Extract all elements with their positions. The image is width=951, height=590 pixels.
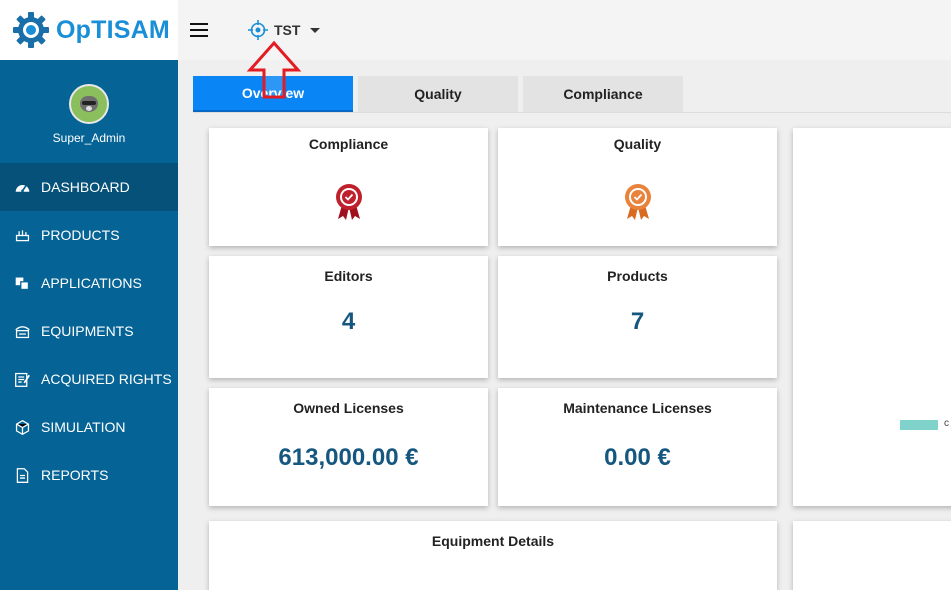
nav-label: REPORTS <box>41 467 109 483</box>
avatar[interactable] <box>69 84 109 124</box>
crosshair-icon <box>248 20 268 40</box>
nav-label: ACQUIRED RIGHTS <box>41 371 172 387</box>
side-card <box>793 521 951 590</box>
tab-divider <box>193 112 951 113</box>
card-title: Maintenance Licenses <box>563 400 712 416</box>
simulation-icon <box>15 419 30 435</box>
maintenance-licenses-card[interactable]: Maintenance Licenses 0.00 € <box>498 388 777 506</box>
gear-logo-icon <box>13 12 49 48</box>
chart-card <box>793 128 951 506</box>
legend-label: c <box>944 418 949 429</box>
nav-label: EQUIPMENTS <box>41 323 134 339</box>
products-card[interactable]: Products 7 <box>498 256 777 378</box>
chevron-down-icon <box>310 27 321 33</box>
tab-compliance[interactable]: Compliance <box>523 76 683 112</box>
equipment-details-card: Equipment Details <box>209 521 777 590</box>
reports-icon <box>16 467 29 483</box>
owned-licenses-card[interactable]: Owned Licenses 613,000.00 € <box>209 388 488 506</box>
editors-card[interactable]: Editors 4 <box>209 256 488 378</box>
equipments-icon <box>15 325 30 338</box>
ribbon-badge-icon <box>335 184 362 220</box>
scope-label: TST <box>274 22 301 38</box>
nav-item-dashboard[interactable]: DASHBOARD <box>0 163 178 211</box>
card-title: Compliance <box>308 136 389 152</box>
annotation-arrow-icon <box>246 40 302 99</box>
nav-item-reports[interactable]: REPORTS <box>0 451 178 499</box>
logo[interactable]: OpTISAM <box>0 0 178 60</box>
card-title: Equipment Details <box>431 533 555 549</box>
ribbon-badge-icon <box>624 184 651 220</box>
nav-label: PRODUCTS <box>41 227 120 243</box>
products-icon <box>15 229 30 241</box>
menu-toggle-icon[interactable] <box>190 23 208 37</box>
owned-licenses-value: 613,000.00 € <box>278 444 419 471</box>
nav-label: DASHBOARD <box>41 179 130 195</box>
card-title: Editors <box>324 268 373 284</box>
user-profile: Super_Admin <box>0 60 178 163</box>
editors-count: 4 <box>341 308 356 335</box>
sidebar: OpTISAM Super_Admin DASHBOARD PRODUCTS A… <box>0 0 178 590</box>
maintenance-licenses-value: 0.00 € <box>604 444 671 471</box>
scope-selector[interactable]: TST <box>248 20 321 40</box>
app-name: OpTISAM <box>56 15 170 44</box>
nav-item-acquired-rights[interactable]: ACQUIRED RIGHTS <box>0 355 178 403</box>
card-title: Products <box>607 268 668 284</box>
nav-item-applications[interactable]: APPLICATIONS <box>0 259 178 307</box>
card-title: Owned Licenses <box>293 400 404 416</box>
nav-item-products[interactable]: PRODUCTS <box>0 211 178 259</box>
nav-item-simulation[interactable]: SIMULATION <box>0 403 178 451</box>
card-title: Quality <box>613 136 662 152</box>
legend-swatch <box>900 420 938 430</box>
quality-card[interactable]: Quality <box>498 128 777 246</box>
applications-icon <box>15 277 30 290</box>
acquired-rights-icon <box>15 372 31 387</box>
nav-label: SIMULATION <box>41 419 126 435</box>
dashboard-icon <box>15 184 30 192</box>
nav-label: APPLICATIONS <box>41 275 142 291</box>
tab-quality[interactable]: Quality <box>358 76 518 112</box>
username: Super_Admin <box>52 131 126 145</box>
nav-item-equipments[interactable]: EQUIPMENTS <box>0 307 178 355</box>
compliance-card[interactable]: Compliance <box>209 128 488 246</box>
products-count: 7 <box>630 308 645 335</box>
